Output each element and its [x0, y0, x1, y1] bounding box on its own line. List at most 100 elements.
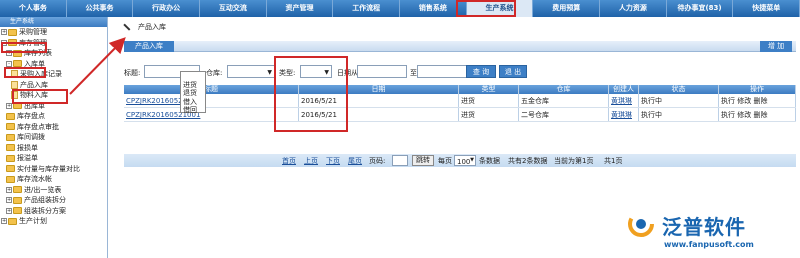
sidebar-item[interactable]: 实付量与库存量对比	[0, 164, 107, 175]
nav-item[interactable]: 互动交流	[200, 0, 267, 17]
prev-page-link[interactable]: 上页	[304, 156, 318, 166]
pencil-icon	[123, 19, 135, 31]
expand-icon[interactable]: +	[1, 29, 7, 36]
last-page-link[interactable]: 尾页	[348, 156, 362, 166]
page-code-label: 页码:	[369, 157, 386, 165]
sidebar-tree: + 采购管理 - 库存管理 + 库存列表 - 入库单 采购入库记录 产品入库 物料入库 + 出库单 库存盘…	[0, 27, 107, 227]
sidebar-item-label: 产品组装拆分	[24, 196, 66, 204]
sidebar-item[interactable]: 报损单	[0, 143, 107, 154]
table-cell[interactable]: 执行 修改 删除	[719, 108, 796, 121]
highlight-product-inbound	[12, 89, 68, 104]
expand-icon[interactable]: +	[6, 197, 12, 204]
sidebar-item-label: 报损单	[17, 143, 38, 152]
column-header: 创建人	[609, 85, 639, 94]
expand-icon[interactable]: +	[6, 207, 12, 214]
folder-icon	[6, 144, 15, 152]
page-number-input[interactable]	[392, 155, 408, 166]
tab-bar: 产品入库 增 加	[124, 41, 796, 52]
column-header: 类型	[459, 85, 519, 94]
folder-icon	[6, 175, 15, 183]
sidebar-item-label: 报溢单	[17, 154, 38, 162]
breadcrumb-text: 产品入库	[138, 23, 166, 31]
folder-icon	[6, 154, 15, 162]
per-page-select[interactable]: 100 ▼	[454, 155, 476, 166]
column-header: 仓库	[519, 85, 609, 94]
tab-product-inbound[interactable]: 产品入库	[124, 41, 174, 52]
sidebar-item-label: 库存流水帐	[17, 175, 52, 183]
sidebar-item[interactable]: + 产品组装拆分	[0, 195, 107, 206]
type-option[interactable]	[181, 72, 205, 81]
table-cell[interactable]: 黄琪琳	[609, 94, 639, 107]
table-cell: 五金仓库	[519, 94, 609, 107]
search-button[interactable]: 查 询	[466, 65, 496, 78]
go-button[interactable]: 跳转	[412, 155, 434, 166]
first-page-link[interactable]: 首页	[282, 156, 296, 166]
expand-icon[interactable]: +	[1, 218, 7, 225]
sidebar-item[interactable]: 库存盘点审批	[0, 122, 107, 133]
date-from-input[interactable]	[357, 65, 407, 78]
nav-item[interactable]: 个人事务	[0, 0, 67, 17]
table-body: CPZJRK20160521002 2016/5/21 进货 五金仓库 黄琪琳 执行中 执行…	[124, 94, 796, 122]
nav-item[interactable]: 工作流程	[333, 0, 401, 17]
highlight-inbound	[4, 67, 46, 78]
nav-item[interactable]: 行政办公	[133, 0, 201, 17]
type-option[interactable]: 借入	[181, 98, 205, 107]
folder-icon	[6, 133, 15, 141]
breadcrumb: 产品入库	[120, 17, 800, 37]
sidebar-item[interactable]: + 组装拆分方案	[0, 206, 107, 217]
column-header: 操作	[719, 85, 796, 94]
data-table: 标题 日期 类型 仓库 创建人 状态 操作 CPZJRK20160521002 2016/5/…	[124, 85, 796, 122]
nav-item[interactable]: 公共事务	[67, 0, 134, 17]
type-option[interactable]: 借回	[181, 106, 205, 115]
table-cell[interactable]: 黄琪琳	[609, 108, 639, 121]
sidebar-item-label: 组装拆分方案	[24, 206, 66, 215]
table-cell: 执行中	[639, 108, 719, 121]
total-pages: 共1页	[604, 157, 623, 165]
table-cell: 进货	[459, 108, 519, 121]
table-cell: 执行中	[639, 94, 719, 107]
sidebar-item[interactable]: 库间调拨	[0, 132, 107, 143]
date-to-input[interactable]	[417, 65, 467, 78]
table-cell[interactable]: CPZJRK20160521001	[124, 108, 299, 121]
sidebar-item-label: 进/出一览表	[24, 185, 62, 194]
type-option[interactable]: 进货	[181, 81, 205, 90]
table-cell[interactable]: 执行 修改 删除	[719, 94, 796, 107]
sidebar-title: 生产系统	[0, 17, 107, 27]
document-icon	[11, 80, 18, 89]
title-filter-label: 标题:	[124, 69, 141, 77]
table-cell[interactable]: CPZJRK20160521002	[124, 94, 299, 107]
folder-icon	[8, 28, 17, 36]
sidebar-item-label: 库间调拨	[17, 133, 45, 141]
table-row: CPZJRK20160521001 2016/5/21 进货 二号仓库 黄琪琳 执行中 执行…	[124, 108, 796, 122]
column-header: 标题	[124, 85, 299, 94]
nav-item[interactable]: 人力资源	[600, 0, 667, 17]
sidebar-item[interactable]: 库存流水帐	[0, 174, 107, 185]
add-button[interactable]: 增 加	[760, 41, 792, 52]
per-page-value: 100	[457, 158, 471, 166]
highlight-type-select	[274, 56, 348, 132]
total-records: 共有2条数据	[508, 157, 548, 165]
type-option[interactable]: 退货	[181, 89, 205, 98]
sidebar-item[interactable]: + 采购管理	[0, 27, 107, 38]
logo-name: 泛普软件	[662, 215, 746, 239]
expand-icon[interactable]: +	[6, 186, 12, 193]
nav-item[interactable]: 快捷菜单	[733, 0, 800, 17]
logo-mark-icon	[628, 211, 654, 237]
nav-item[interactable]: 待办事宜(83)	[667, 0, 734, 17]
type-dropdown-list: 进货 退货 借入 借回	[180, 71, 206, 115]
nav-item[interactable]: 资产管理	[267, 0, 334, 17]
sidebar-item[interactable]: 报溢单	[0, 153, 107, 164]
exit-button[interactable]: 退 出	[499, 65, 527, 78]
logo-url: www.fanpusoft.com	[664, 240, 754, 249]
sidebar-item-label: 生产计划	[19, 217, 47, 225]
next-page-link[interactable]: 下页	[326, 156, 340, 166]
collapse-icon[interactable]: -	[6, 60, 12, 67]
nav-item[interactable]: 费用预算	[533, 0, 601, 17]
sidebar-item[interactable]: + 进/出一览表	[0, 185, 107, 196]
folder-icon	[6, 112, 15, 120]
table-row: CPZJRK20160521002 2016/5/21 进货 五金仓库 黄琪琳 执行中 执行…	[124, 94, 796, 108]
warehouse-select[interactable]: ▼	[227, 65, 275, 78]
sidebar-item[interactable]: 库存盘点	[0, 111, 107, 122]
sidebar-item[interactable]: + 生产计划	[0, 216, 107, 227]
warehouse-filter-label: 仓库:	[206, 69, 223, 77]
